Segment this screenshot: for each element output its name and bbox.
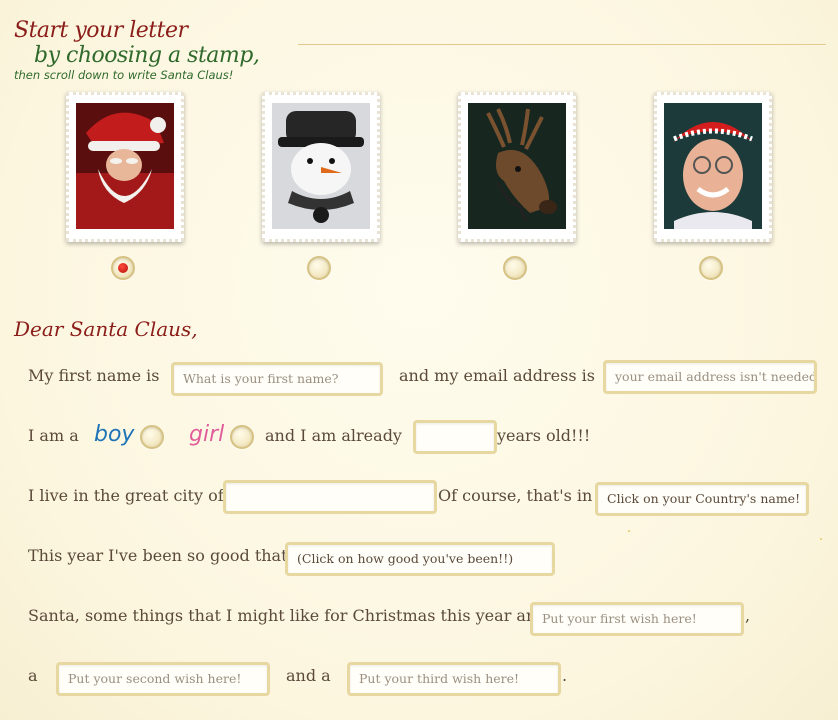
sparkle-dot	[820, 538, 822, 540]
first-name-input[interactable]: What is your first name?	[171, 362, 383, 396]
age-input[interactable]	[413, 420, 497, 454]
mrs-claus-stamp-image	[664, 103, 762, 229]
stamp-radio-santa[interactable]	[111, 256, 135, 280]
letter-greeting: Dear Santa Claus,	[14, 317, 198, 341]
stamp-santa[interactable]	[66, 92, 184, 242]
city-input[interactable]	[223, 480, 437, 514]
girl-label: girl	[189, 422, 225, 447]
header-instruction: then scroll down to write Santa Claus!	[14, 68, 234, 82]
first-name-label: My first name is	[28, 366, 160, 385]
third-wish-input[interactable]: Put your third wish here!	[347, 662, 561, 696]
stamp-radio-snowman[interactable]	[307, 256, 331, 280]
good-select[interactable]: (Click on how good you've been!!)	[285, 542, 555, 576]
reindeer-stamp-image	[468, 103, 566, 229]
email-input[interactable]: your email address isn't needed	[603, 360, 817, 394]
country-label: Of course, that's in	[438, 486, 593, 505]
header-divider	[298, 44, 826, 45]
santa-stamp-image	[76, 103, 174, 229]
letter-page: Start your letter by choosing a stamp, t…	[0, 0, 838, 720]
stamp-reindeer[interactable]	[458, 92, 576, 242]
age-suffix: years old!!!	[497, 426, 591, 445]
wishes-label: Santa, some things that I might like for…	[28, 606, 558, 625]
stamp-mrs-claus[interactable]	[654, 92, 772, 242]
good-label: This year I've been so good that	[28, 546, 288, 565]
girl-radio[interactable]	[230, 425, 254, 449]
second-wish-input[interactable]: Put your second wish here!	[56, 662, 270, 696]
email-label: and my email address is	[399, 366, 595, 385]
wish-period: .	[562, 666, 568, 685]
boy-label: boy	[94, 422, 135, 447]
header-title-line1: Start your letter	[14, 18, 188, 43]
and-a-label: and a	[286, 666, 331, 685]
a-label: a	[28, 666, 38, 685]
sparkle-dot	[628, 530, 630, 532]
gender-label: I am a	[28, 426, 79, 445]
stamp-radio-mrs-claus[interactable]	[699, 256, 723, 280]
city-label: I live in the great city of	[28, 486, 224, 505]
stamp-snowman[interactable]	[262, 92, 380, 242]
stamp-radio-reindeer[interactable]	[503, 256, 527, 280]
first-wish-input[interactable]: Put your first wish here!	[530, 602, 744, 636]
country-select[interactable]: Click on your Country's name!	[595, 482, 809, 516]
wish-comma: ,	[745, 606, 751, 625]
header-title-line2: by choosing a stamp,	[34, 43, 260, 68]
snowman-stamp-image	[272, 103, 370, 229]
age-label: and I am already	[265, 426, 402, 445]
boy-radio[interactable]	[140, 425, 164, 449]
